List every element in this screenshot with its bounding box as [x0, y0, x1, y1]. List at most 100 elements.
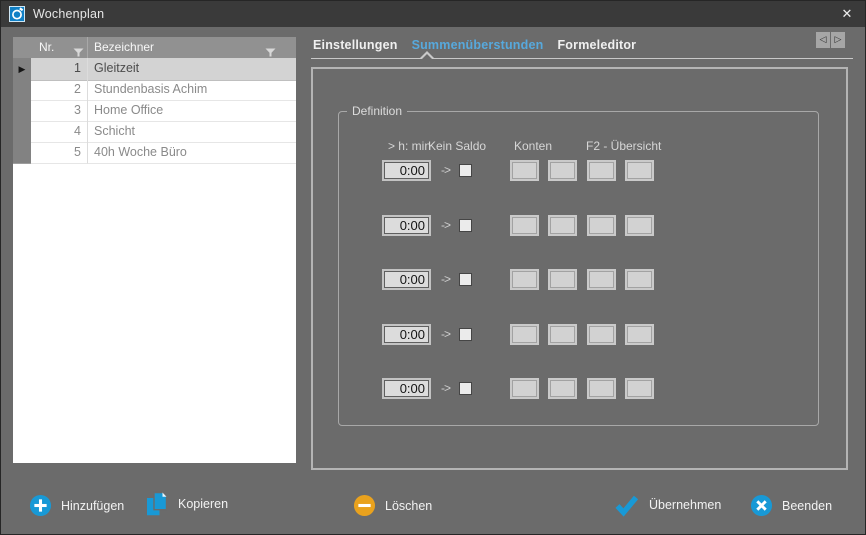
tab-scroll-right-icon[interactable]: ▷	[831, 32, 845, 48]
f2-input-2[interactable]	[625, 378, 654, 399]
tab-strip: Einstellungen Summenüberstunden Formeledit…	[313, 38, 636, 52]
plan-list-panel: Nr. Bezeichner ▶ 1Gleitzeit2Stundenbasis …	[13, 37, 296, 463]
row-selector-cell	[13, 142, 31, 164]
grid-rows: ▶ 1Gleitzeit2Stundenbasis Achim3Home Offi…	[13, 58, 296, 163]
row-name: Schicht	[88, 121, 296, 143]
arrow-label: ->	[441, 218, 450, 232]
definition-row: 0:00->	[339, 269, 818, 291]
grid-header: Nr. Bezeichner	[13, 37, 296, 58]
definition-row: 0:00 ->	[339, 378, 818, 400]
konten-input-2[interactable]	[548, 269, 577, 290]
row-selector-cell: ▶	[13, 58, 31, 81]
konten-input-1[interactable]	[510, 269, 539, 290]
minus-circle-icon	[353, 494, 376, 517]
f2-input-2[interactable]	[625, 160, 654, 181]
kein-saldo-checkbox[interactable]	[459, 164, 472, 177]
definition-groupbox: Definition > h: min Kein Saldo Konten F2…	[338, 111, 819, 426]
definition-row: 0:00 ->	[339, 324, 818, 346]
table-row[interactable]: 540h Woche Büro	[13, 142, 296, 163]
arrow-label: ->	[441, 327, 450, 341]
x-circle-icon	[750, 494, 773, 517]
tab-summen-berstunden[interactable]: Summenüberstunden	[412, 38, 544, 52]
column-header-f2-uebersicht: F2 - Übersicht	[586, 139, 661, 153]
grid-header-nr[interactable]: Nr.	[31, 37, 88, 58]
filter-icon[interactable]	[265, 43, 276, 52]
konten-input-1[interactable]	[510, 378, 539, 399]
f2-input-2[interactable]	[625, 324, 654, 345]
row-name: Gleitzeit	[88, 58, 296, 81]
close-icon[interactable]: ✕	[833, 1, 861, 27]
column-header-hmin: > h: min	[375, 139, 431, 153]
f2-input-1[interactable]	[587, 215, 616, 236]
grid-header-nr-label: Nr.	[39, 40, 54, 54]
konten-input-2[interactable]	[548, 324, 577, 345]
grid-header-selector	[13, 37, 31, 58]
konten-input-1[interactable]	[510, 324, 539, 345]
konten-input-2[interactable]	[548, 378, 577, 399]
tab-scroll-left-icon[interactable]: ◁	[816, 32, 830, 48]
kein-saldo-checkbox[interactable]	[459, 219, 472, 232]
row-selector-cell	[13, 121, 31, 143]
table-row[interactable]: 4Schicht	[13, 121, 296, 142]
table-row[interactable]: ▶ 1Gleitzeit	[13, 58, 296, 79]
wochenplan-window: Wochenplan ✕ Nr. Bezeichner ▶ 1Gleitzeit2…	[0, 0, 866, 535]
row-number: 1	[31, 58, 88, 81]
hmin-input[interactable]: 0:00	[382, 160, 431, 181]
table-row[interactable]: 3Home Office	[13, 100, 296, 121]
footer-button-label: Hinzufügen	[61, 499, 124, 513]
footer-button-label: Beenden	[782, 499, 832, 513]
hmin-input[interactable]: 0:00	[382, 215, 431, 236]
grid-header-bezeichner-label: Bezeichner	[94, 40, 154, 54]
footer-button-label: Löschen	[385, 499, 432, 513]
row-number: 2	[31, 79, 88, 101]
hmin-input[interactable]: 0:00	[382, 269, 431, 290]
row-name: Stundenbasis Achim	[88, 79, 296, 101]
kopieren-button[interactable]: Kopieren	[144, 491, 228, 517]
plus-circle-icon	[29, 494, 52, 517]
column-header-kein-saldo: Kein Saldo	[428, 139, 486, 153]
window-title: Wochenplan	[33, 1, 104, 27]
row-selector-cell	[13, 100, 31, 122]
grid-header-bezeichner[interactable]: Bezeichner	[88, 37, 296, 58]
arrow-label: ->	[441, 381, 450, 395]
kein-saldo-checkbox[interactable]	[459, 328, 472, 341]
tab-einstellungen[interactable]: Einstellungen	[313, 38, 398, 52]
f2-input-1[interactable]	[587, 269, 616, 290]
f2-input-1[interactable]	[587, 378, 616, 399]
hmin-input[interactable]: 0:00	[382, 378, 431, 399]
app-clock-icon	[9, 6, 25, 22]
konten-input-2[interactable]	[548, 160, 577, 181]
footer-button-label: Übernehmen	[649, 498, 721, 512]
definition-row: 0:00 ->	[339, 160, 818, 182]
tab-formeleditor[interactable]: Formeleditor	[557, 38, 636, 52]
definition-row: 0:00 ->	[339, 215, 818, 237]
filter-icon[interactable]	[73, 43, 84, 52]
tab-underline	[311, 58, 853, 59]
check-icon	[614, 493, 640, 517]
beenden-button[interactable]: Beenden	[750, 494, 832, 517]
konten-input-1[interactable]	[510, 160, 539, 181]
selected-row-arrow-icon: ▶	[19, 65, 26, 75]
konten-input-2[interactable]	[548, 215, 577, 236]
l-schen-button[interactable]: Löschen	[353, 494, 432, 517]
hmin-input[interactable]: 0:00	[382, 324, 431, 345]
column-header-konten: Konten	[514, 139, 552, 153]
-bernehmen-button[interactable]: Übernehmen	[614, 493, 721, 517]
row-number: 4	[31, 121, 88, 143]
row-number: 3	[31, 100, 88, 122]
row-name: Home Office	[88, 100, 296, 122]
hinzuf-gen-button[interactable]: Hinzufügen	[29, 494, 124, 517]
arrow-label: ->	[441, 163, 450, 177]
footer-button-label: Kopieren	[178, 497, 228, 511]
f2-input-2[interactable]	[625, 215, 654, 236]
title-bar: Wochenplan ✕	[1, 1, 865, 27]
kein-saldo-checkbox[interactable]	[459, 382, 472, 395]
f2-input-1[interactable]	[587, 324, 616, 345]
f2-input-2[interactable]	[625, 269, 654, 290]
kein-saldo-checkbox[interactable]	[459, 273, 472, 286]
table-row[interactable]: 2Stundenbasis Achim	[13, 79, 296, 100]
konten-input-1[interactable]	[510, 215, 539, 236]
row-number: 5	[31, 142, 88, 164]
f2-input-1[interactable]	[587, 160, 616, 181]
definition-group-label: Definition	[347, 104, 407, 118]
